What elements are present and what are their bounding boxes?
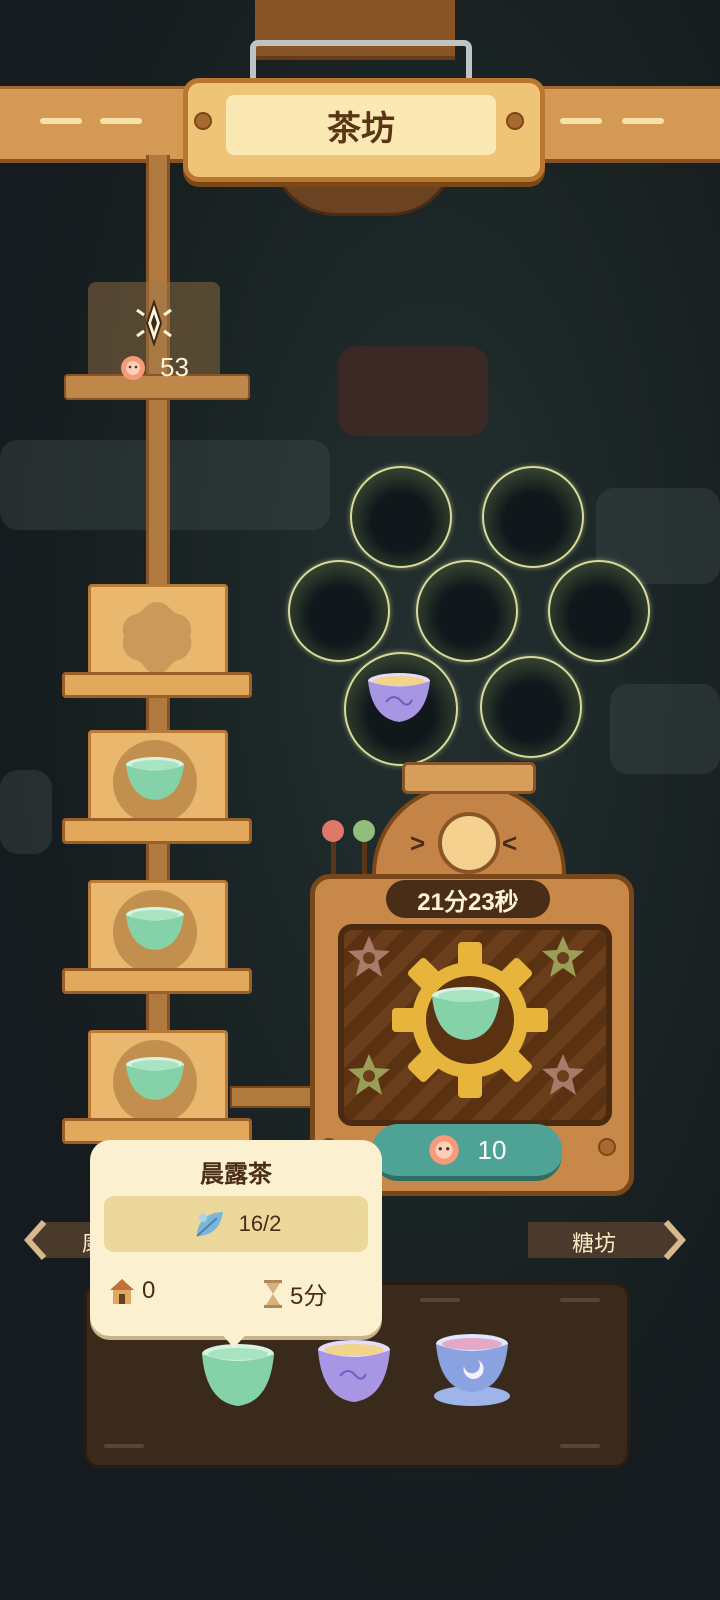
green-knob-icon[interactable] <box>353 820 375 842</box>
tray-stitch <box>104 1444 144 1448</box>
queue-bubble-empty[interactable] <box>416 560 518 662</box>
beam-stitch <box>100 118 142 124</box>
tooltip-pointer <box>218 1330 250 1348</box>
background-decoration <box>0 770 52 854</box>
brew-timer: 21分23秒 <box>386 880 550 918</box>
tray-stitch <box>560 1298 600 1302</box>
star-decoration-icon <box>348 1054 390 1095</box>
screw-icon <box>598 1138 616 1156</box>
upgrade-shelf <box>64 374 250 400</box>
nav-next-label: 糖坊 <box>572 1231 617 1256</box>
flower-slot-icon <box>122 602 192 674</box>
background-cart <box>338 346 488 436</box>
hourglass-icon <box>264 1279 282 1308</box>
recipe-blue-moon-tea[interactable] <box>432 1330 512 1410</box>
green-tea-cup-icon <box>126 757 184 800</box>
herb-leaf-icon <box>195 1212 223 1237</box>
hut-icon <box>110 1279 134 1304</box>
star-decoration-icon <box>348 936 390 977</box>
recipe-purple-tea[interactable] <box>316 1336 392 1406</box>
upgrade-cost: 53 <box>160 352 189 382</box>
speedup-price: 10 <box>477 1134 507 1165</box>
page-title: 茶坊 <box>226 95 496 155</box>
screw-icon <box>506 112 524 130</box>
beam-stitch <box>622 118 664 124</box>
recipe-green-tea[interactable] <box>200 1340 276 1410</box>
machine-dial-icon <box>438 812 500 874</box>
tray-stitch <box>420 1298 460 1302</box>
queue-bubble-empty[interactable] <box>480 656 582 758</box>
sparkle-icon <box>136 300 172 346</box>
queue-bubble-empty[interactable] <box>350 466 452 568</box>
screw-icon <box>194 112 212 130</box>
tray-stitch <box>560 1444 600 1448</box>
shelf-board <box>62 672 252 698</box>
green-tea-cup-icon <box>126 907 184 950</box>
chevron-right-icon: > <box>410 828 426 858</box>
time-stat: 5分 <box>262 1276 327 1311</box>
beam-stitch <box>560 118 602 124</box>
nav-next-shop[interactable]: 糖坊 <box>528 1218 688 1262</box>
tooltip-title: 晨露茶 <box>200 1161 272 1188</box>
flower-coin-icon <box>428 1135 459 1165</box>
machine-neck <box>402 762 536 794</box>
beam-stitch <box>40 118 82 124</box>
queue-bubble-empty[interactable] <box>288 560 390 662</box>
reward-stat: 0 <box>108 1276 155 1306</box>
hut-value: 0 <box>142 1277 156 1304</box>
shelf-board <box>62 968 252 994</box>
green-tea-cup-icon <box>432 987 500 1040</box>
ingredient-count: 16/2 <box>238 1211 282 1236</box>
queue-bubble-empty[interactable] <box>548 560 650 662</box>
chevron-left-icon: < <box>502 828 518 858</box>
ingredient-requirement: 16/2 <box>104 1196 368 1252</box>
flower-coin-icon <box>121 356 145 380</box>
purple-tea-cup-icon <box>368 673 430 722</box>
speedup-price-button[interactable]: 10 <box>372 1124 562 1181</box>
conveyor-rod <box>230 1086 318 1108</box>
queue-bubble-empty[interactable] <box>482 466 584 568</box>
shelf-board <box>62 818 252 844</box>
red-knob-icon[interactable] <box>322 820 344 842</box>
green-tea-cup-icon <box>126 1057 184 1100</box>
background-decoration <box>610 684 720 774</box>
brew-time: 5分 <box>290 1283 328 1310</box>
